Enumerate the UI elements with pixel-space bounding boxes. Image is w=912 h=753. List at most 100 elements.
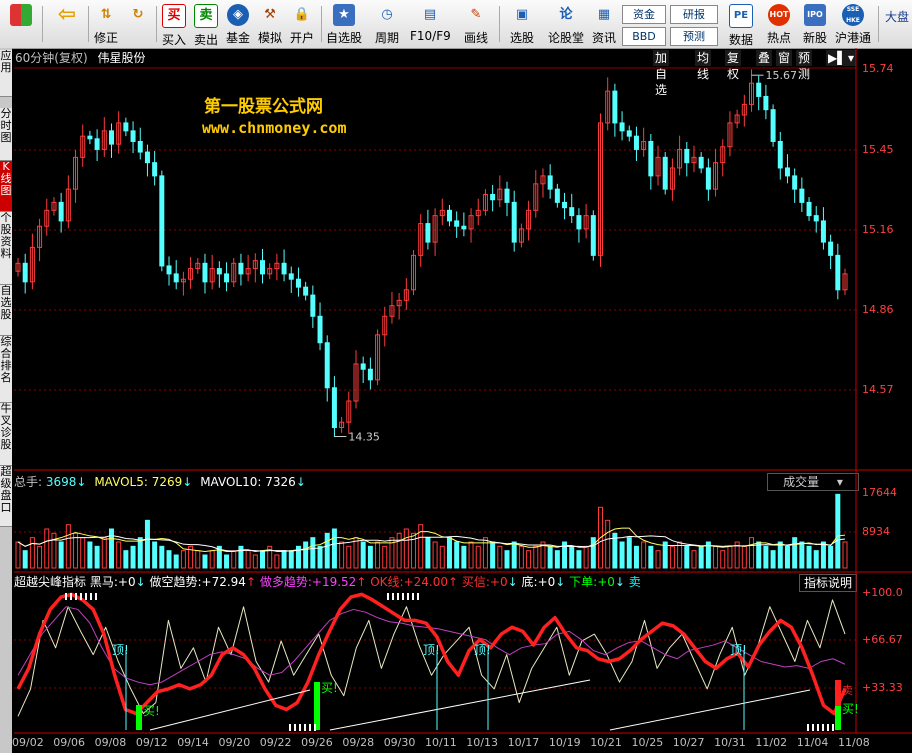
volume-bar xyxy=(655,550,661,569)
candle-body xyxy=(777,140,783,169)
volume-bar xyxy=(835,493,841,569)
volume-bar xyxy=(202,554,208,569)
stock-chart-canvas[interactable]: 15.67 14.35 顶! 顶! 顶! 顶! 买! 买! 买! 卖 xyxy=(0,0,912,753)
volume-bar xyxy=(439,545,445,569)
candle-body xyxy=(813,215,819,222)
candle-body xyxy=(224,273,230,283)
top-signal-label: 顶! xyxy=(474,643,491,657)
candle-body xyxy=(331,387,337,429)
volume-bar xyxy=(648,545,654,569)
volume-bar xyxy=(281,550,287,569)
candle-body xyxy=(792,175,798,190)
short-trend-line xyxy=(17,599,846,717)
candle-body xyxy=(461,225,467,230)
volume-bar xyxy=(231,550,237,569)
sell-signal-bar xyxy=(835,680,841,706)
volume-bar xyxy=(784,545,790,569)
volume-bar xyxy=(360,541,366,569)
volume-bar xyxy=(37,545,43,569)
candle-body xyxy=(238,262,244,275)
volume-bar xyxy=(137,537,143,569)
candle-body xyxy=(562,201,568,209)
volume-bar xyxy=(101,537,107,569)
volume-bar xyxy=(619,541,625,569)
candle-body xyxy=(569,207,575,217)
buy-signal-bar xyxy=(314,682,320,730)
volume-bar xyxy=(461,545,467,569)
volume-bar xyxy=(73,532,79,569)
volume-bar xyxy=(94,545,100,569)
volume-bar xyxy=(432,541,438,569)
volume-bar xyxy=(288,550,294,569)
top-signal-label: 顶! xyxy=(730,643,747,657)
candle-body xyxy=(763,95,769,111)
candle-body xyxy=(648,140,654,177)
volume-bar xyxy=(346,545,352,569)
volume-bar xyxy=(777,541,783,569)
volume-bar xyxy=(274,554,280,569)
volume-bar xyxy=(770,550,776,569)
candle-body xyxy=(130,130,136,142)
candle-body xyxy=(612,90,618,124)
volume-bar xyxy=(504,550,510,569)
candle-body xyxy=(454,220,460,227)
volume-bar xyxy=(367,545,373,569)
volume-bar xyxy=(324,532,330,569)
volume-bar xyxy=(820,541,826,569)
volume-bar xyxy=(533,545,539,569)
volume-bar xyxy=(209,550,215,569)
volume-bar xyxy=(813,550,819,569)
candle-body xyxy=(626,130,632,137)
volume-bar xyxy=(828,545,834,569)
candle-body xyxy=(137,140,143,153)
candle-body xyxy=(784,167,790,177)
volume-bar xyxy=(108,528,114,569)
volume-bar xyxy=(58,541,64,569)
volume-bar xyxy=(396,532,402,569)
candle-body xyxy=(166,265,172,275)
candle-body xyxy=(799,188,805,203)
candle-body xyxy=(144,151,150,164)
volume-bar xyxy=(166,550,172,569)
volume-bar xyxy=(691,550,697,569)
candle-body xyxy=(58,201,64,222)
top-signal-label: 顶! xyxy=(423,643,440,657)
volume-bar xyxy=(641,541,647,569)
volume-bar xyxy=(749,537,755,569)
volume-bar xyxy=(792,537,798,569)
volume-bar xyxy=(195,550,201,569)
volume-bar xyxy=(260,550,266,569)
top-signal-label: 顶! xyxy=(112,643,129,657)
candle-body xyxy=(756,82,762,97)
volume-bar xyxy=(698,545,704,569)
candle-body xyxy=(22,262,28,283)
volume-bar xyxy=(684,545,690,569)
candle-body xyxy=(87,135,93,140)
candle-body xyxy=(173,273,179,283)
candle-body xyxy=(425,223,431,243)
volume-bar xyxy=(842,541,848,569)
volume-bar xyxy=(756,541,762,569)
candle-body xyxy=(662,156,668,190)
buy-signal-label: 买! xyxy=(321,681,338,695)
candle-body xyxy=(576,215,582,230)
candle-body xyxy=(360,363,366,370)
volume-bar xyxy=(590,537,596,569)
sell-signal-label: 卖 xyxy=(842,684,853,697)
volume-bar xyxy=(252,554,258,569)
volume-bar xyxy=(87,541,93,569)
volume-bar xyxy=(80,537,86,569)
volume-bar xyxy=(720,550,726,569)
volume-bar xyxy=(403,528,409,569)
candle-body xyxy=(590,215,596,256)
volume-bar xyxy=(626,537,632,569)
candle-body xyxy=(288,273,294,280)
candle-body xyxy=(295,278,301,288)
candle-body xyxy=(324,342,330,389)
volume-bar xyxy=(446,537,452,569)
candle-body xyxy=(633,135,639,150)
volume-bar xyxy=(116,541,122,569)
volume-bar xyxy=(727,545,733,569)
volume-bar xyxy=(741,545,747,569)
volume-bar xyxy=(382,545,388,569)
